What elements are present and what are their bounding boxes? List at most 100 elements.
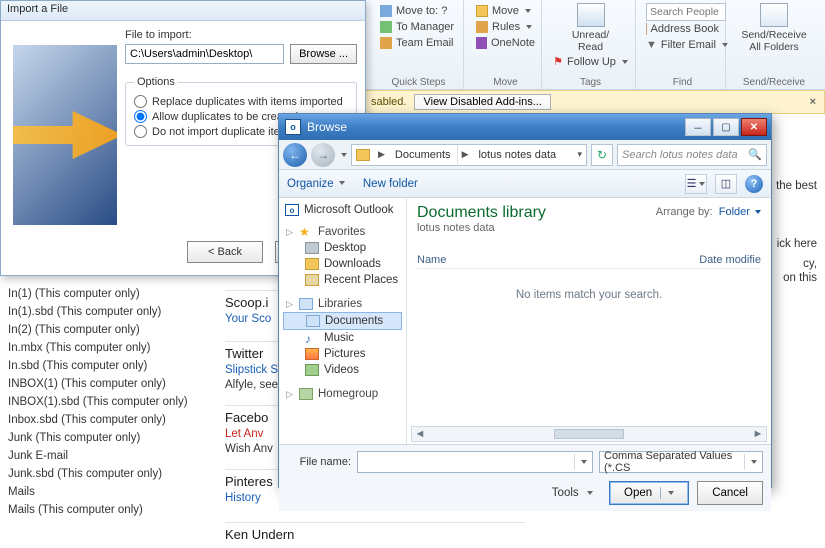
group-title-tags: Tags <box>546 77 635 88</box>
msg-from[interactable]: Scoop.i <box>225 295 268 310</box>
folder-item[interactable]: INBOX(1) (This computer only) <box>8 375 208 393</box>
folder-item[interactable]: Junk.sbd (This computer only) <box>8 465 208 483</box>
options-legend: Options <box>134 76 178 88</box>
search-input[interactable]: Search lotus notes data🔍 <box>617 144 767 166</box>
crumb-documents[interactable]: Documents <box>389 145 458 165</box>
msg-subject[interactable]: Let Anv <box>225 428 263 440</box>
dialog-bottom: File name: Comma Separated Values (*.CS … <box>279 444 771 511</box>
nav-homegroup[interactable]: ▷Homegroup <box>283 386 402 402</box>
nav-music[interactable]: ♪Music <box>283 330 402 346</box>
rules-button[interactable]: Rules <box>476 19 535 35</box>
filename-input[interactable] <box>357 451 593 473</box>
address-bar: ← → ▶ Documents ▶ lotus notes data ▾ ↻ S… <box>279 140 771 170</box>
folder-item[interactable]: In.sbd (This computer only) <box>8 357 208 375</box>
file-path-input[interactable] <box>125 44 284 64</box>
quickstep-tomanager[interactable]: To Manager <box>380 19 457 35</box>
chevron-right-icon[interactable]: ▶ <box>458 149 473 160</box>
chevron-down-icon[interactable]: ▾ <box>573 149 586 160</box>
group-title-find: Find <box>640 77 725 88</box>
back-button[interactable]: < Back <box>187 241 263 263</box>
msg-subject[interactable]: Slipstick S <box>225 364 278 376</box>
nav-pictures[interactable]: Pictures <box>283 346 402 362</box>
cancel-button[interactable]: Cancel <box>697 481 763 505</box>
browse-titlebar[interactable]: o Browse － ▢ ✕ <box>279 114 771 140</box>
nav-videos[interactable]: Videos <box>283 362 402 378</box>
msgbar-close-icon[interactable]: × <box>810 96 816 108</box>
folder-list: In(1) (This computer only) In(1).sbd (Th… <box>8 285 208 519</box>
browse-dialog: o Browse － ▢ ✕ ← → ▶ Documents ▶ lotus n… <box>278 113 772 488</box>
address-book-button[interactable]: Address Book <box>646 21 719 37</box>
onenote-button[interactable]: OneNote <box>476 35 535 51</box>
send-receive-button[interactable]: Send/Receive All Folders <box>742 3 806 75</box>
msg-subject[interactable]: History <box>225 492 261 504</box>
tools-menu[interactable]: Tools <box>552 487 593 499</box>
breadcrumb[interactable]: ▶ Documents ▶ lotus notes data ▾ <box>351 144 587 166</box>
folder-item[interactable]: Inbox.sbd (This computer only) <box>8 411 208 429</box>
chevron-down-icon[interactable] <box>574 454 590 470</box>
folder-item[interactable]: INBOX(1).sbd (This computer only) <box>8 393 208 411</box>
chevron-right-icon[interactable]: ▶ <box>374 149 389 160</box>
browse-button[interactable]: Browse ... <box>290 44 357 64</box>
nav-desktop[interactable]: Desktop <box>283 240 402 256</box>
folder-item[interactable]: In(1).sbd (This computer only) <box>8 303 208 321</box>
nav-pane: oMicrosoft Outlook ▷★Favorites Desktop D… <box>279 198 407 444</box>
organize-button[interactable]: Organize <box>287 178 345 190</box>
filter-email-button[interactable]: ▼Filter Email <box>646 37 719 53</box>
folder-item[interactable]: Junk E-mail <box>8 447 208 465</box>
followup-button[interactable]: ⚑Follow Up <box>553 53 628 70</box>
minimize-button[interactable]: － <box>685 118 711 136</box>
folder-item[interactable]: Mails <box>8 483 208 501</box>
opt-replace[interactable]: Replace duplicates with items imported <box>134 94 348 109</box>
msg-from[interactable]: Twitter <box>225 346 263 361</box>
msg-subject[interactable]: Your Sco <box>225 313 271 325</box>
library-subtitle: lotus notes data <box>417 222 761 234</box>
group-title-move: Move <box>470 77 541 88</box>
new-folder-button[interactable]: New folder <box>363 178 418 190</box>
folder-item[interactable]: Mails (This computer only) <box>8 501 208 519</box>
file-list-area: Documents library lotus notes data Arran… <box>407 198 771 444</box>
preview-pane-button[interactable]: ◫ <box>715 174 737 194</box>
col-date[interactable]: Date modifie <box>699 254 761 266</box>
msg-from[interactable]: Facebo <box>225 410 268 425</box>
folder-item[interactable]: In.mbx (This computer only) <box>8 339 208 357</box>
nav-history-dropdown[interactable] <box>341 153 347 157</box>
nav-favorites[interactable]: ▷★Favorites <box>283 224 402 240</box>
folder-item[interactable]: In(2) (This computer only) <box>8 321 208 339</box>
search-people-input[interactable] <box>646 3 726 21</box>
view-disabled-addins-button[interactable]: View Disabled Add-ins... <box>414 94 550 110</box>
help-button[interactable]: ? <box>745 175 763 193</box>
close-button[interactable]: ✕ <box>741 118 767 136</box>
msg-from[interactable]: Ken Undern <box>225 527 294 542</box>
col-name[interactable]: Name <box>417 254 699 266</box>
nav-back-button[interactable]: ← <box>283 143 307 167</box>
nav-recent[interactable]: Recent Places <box>283 272 402 288</box>
quickstep-moveto[interactable]: Move to: ? <box>380 3 457 19</box>
folder-item[interactable]: Junk (This computer only) <box>8 429 208 447</box>
bg-text: the best <box>776 180 817 192</box>
open-button[interactable]: Open <box>609 481 689 505</box>
arrange-by[interactable]: Arrange by: Folder <box>656 206 761 218</box>
horizontal-scrollbar[interactable]: ◄► <box>411 426 767 442</box>
filename-label: File name: <box>287 456 351 468</box>
import-titlebar: Import a File <box>1 1 365 21</box>
nav-outlook[interactable]: oMicrosoft Outlook <box>283 202 402 218</box>
nav-libraries[interactable]: ▷Libraries <box>283 296 402 312</box>
view-mode-button[interactable]: ☰ <box>685 174 707 194</box>
maximize-button[interactable]: ▢ <box>713 118 739 136</box>
wizard-graphic <box>13 45 117 225</box>
nav-documents[interactable]: Documents <box>283 312 402 330</box>
folder-item[interactable]: In(1) (This computer only) <box>8 285 208 303</box>
msg-from[interactable]: Pinteres <box>225 474 273 489</box>
refresh-button[interactable]: ↻ <box>591 144 613 166</box>
chevron-down-icon[interactable] <box>744 454 760 470</box>
nav-forward-button[interactable]: → <box>311 143 335 167</box>
toolbar: Organize New folder ☰ ◫ ? <box>279 170 771 198</box>
unread-read-button[interactable]: Unread/ Read <box>559 3 623 53</box>
move-button[interactable]: Move <box>476 3 535 19</box>
crumb-folder[interactable]: lotus notes data <box>472 145 562 165</box>
nav-downloads[interactable]: Downloads <box>283 256 402 272</box>
quickstep-teamemail[interactable]: Team Email <box>380 35 457 51</box>
empty-message: No items match your search. <box>417 289 761 301</box>
browse-title: Browse <box>307 120 347 134</box>
file-type-filter[interactable]: Comma Separated Values (*.CS <box>599 451 763 473</box>
